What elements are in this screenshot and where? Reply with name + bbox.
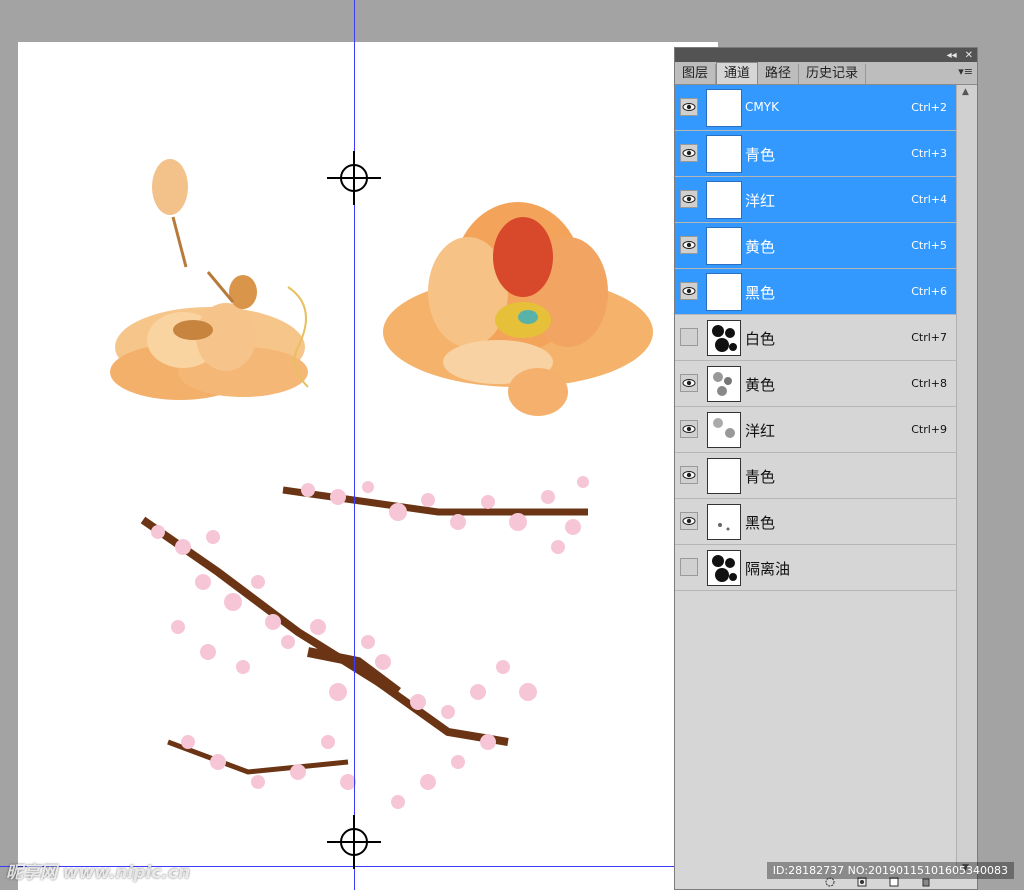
panel-menu-icon[interactable]: ▾≡: [958, 65, 973, 78]
channel-row[interactable]: 白色 Ctrl+7: [675, 315, 957, 361]
visibility-eye-icon[interactable]: [680, 144, 698, 162]
channel-shortcut: Ctrl+8: [911, 377, 947, 390]
channel-row[interactable]: 隔离油: [675, 545, 957, 591]
site-watermark: 昵享网 www.nipic.cn: [6, 863, 191, 883]
visibility-eye-icon[interactable]: [680, 420, 698, 438]
tab-channels[interactable]: 通道: [716, 62, 759, 84]
visibility-toggle-empty[interactable]: [680, 558, 698, 576]
visibility-eye-icon[interactable]: [680, 236, 698, 254]
channel-thumbnail: [707, 90, 741, 126]
channel-thumbnail: [707, 320, 741, 356]
visibility-eye-icon[interactable]: [680, 98, 698, 116]
channel-row[interactable]: 青色: [675, 453, 957, 499]
channel-shortcut: Ctrl+9: [911, 423, 947, 436]
channel-thumbnail: [707, 136, 741, 172]
panel-tabs: 图层 通道 路径 历史记录 ▾≡: [675, 62, 977, 85]
channels-panel: ◂◂ ✕ 图层 通道 路径 历史记录 ▾≡ CMYK Ctrl+2 青色 Ctr…: [674, 47, 978, 890]
visibility-eye-icon[interactable]: [680, 190, 698, 208]
channel-name: 黑色: [745, 284, 776, 302]
channel-name: 隔离油: [745, 560, 791, 578]
channel-thumbnail: [707, 458, 741, 494]
channel-row[interactable]: 青色 Ctrl+3: [675, 131, 957, 177]
channel-shortcut: Ctrl+5: [911, 239, 947, 252]
channel-name: 青色: [745, 468, 776, 486]
channel-thumbnail: [707, 504, 741, 540]
channel-name: 青色: [745, 146, 776, 164]
channel-thumbnail: [707, 550, 741, 586]
visibility-eye-icon[interactable]: [680, 282, 698, 300]
channel-shortcut: Ctrl+6: [911, 285, 947, 298]
scroll-up-icon[interactable]: ▲: [962, 87, 969, 97]
panel-title-bar[interactable]: ◂◂ ✕: [675, 48, 977, 62]
visibility-eye-icon[interactable]: [680, 512, 698, 530]
channel-list: CMYK Ctrl+2 青色 Ctrl+3 洋红 Ctrl+4 黄色 Ctrl+…: [675, 85, 957, 591]
channel-name: 洋红: [745, 192, 776, 210]
channel-row[interactable]: 黑色: [675, 499, 957, 545]
channel-name: 黄色: [745, 376, 776, 394]
vertical-guide[interactable]: [354, 0, 355, 890]
channel-shortcut: Ctrl+3: [911, 147, 947, 160]
channel-shortcut: Ctrl+7: [911, 331, 947, 344]
channel-name: 黄色: [745, 238, 776, 256]
lotus-right: [383, 202, 653, 416]
channel-shortcut: Ctrl+2: [911, 101, 947, 114]
channel-name: CMYK: [745, 100, 779, 114]
channel-thumbnail: [707, 182, 741, 218]
channel-thumbnail: [707, 412, 741, 448]
channel-name: 黑色: [745, 514, 776, 532]
id-watermark: ID:28182737 NO:20190115101605340083: [766, 862, 1014, 879]
channel-row[interactable]: 黄色 Ctrl+5: [675, 223, 957, 269]
channel-thumbnail: [707, 228, 741, 264]
visibility-eye-icon[interactable]: [680, 466, 698, 484]
tab-paths[interactable]: 路径: [758, 64, 800, 84]
panel-scrollbar[interactable]: ▲ ▼: [956, 85, 977, 875]
crosshair-target-icon: [327, 815, 381, 869]
tab-layers[interactable]: 图层: [675, 64, 717, 84]
channel-name: 白色: [745, 330, 776, 348]
lotus-left: [110, 159, 309, 400]
channel-row[interactable]: 黄色 Ctrl+8: [675, 361, 957, 407]
channel-shortcut: Ctrl+4: [911, 193, 947, 206]
visibility-eye-icon[interactable]: [680, 374, 698, 392]
channel-thumbnail: [707, 274, 741, 310]
channel-thumbnail: [707, 366, 741, 402]
plum-blossom-branches: [140, 476, 589, 809]
tab-history[interactable]: 历史记录: [799, 64, 867, 84]
collapse-icon[interactable]: ◂◂: [947, 50, 957, 61]
crosshair-target-icon: [327, 151, 381, 205]
close-icon[interactable]: ✕: [965, 50, 973, 61]
channel-row[interactable]: 洋红 Ctrl+4: [675, 177, 957, 223]
channel-row[interactable]: 黑色 Ctrl+6: [675, 269, 957, 315]
channel-row[interactable]: 洋红 Ctrl+9: [675, 407, 957, 453]
channel-name: 洋红: [745, 422, 776, 440]
channel-row[interactable]: CMYK Ctrl+2: [675, 85, 957, 131]
visibility-toggle-empty[interactable]: [680, 328, 698, 346]
